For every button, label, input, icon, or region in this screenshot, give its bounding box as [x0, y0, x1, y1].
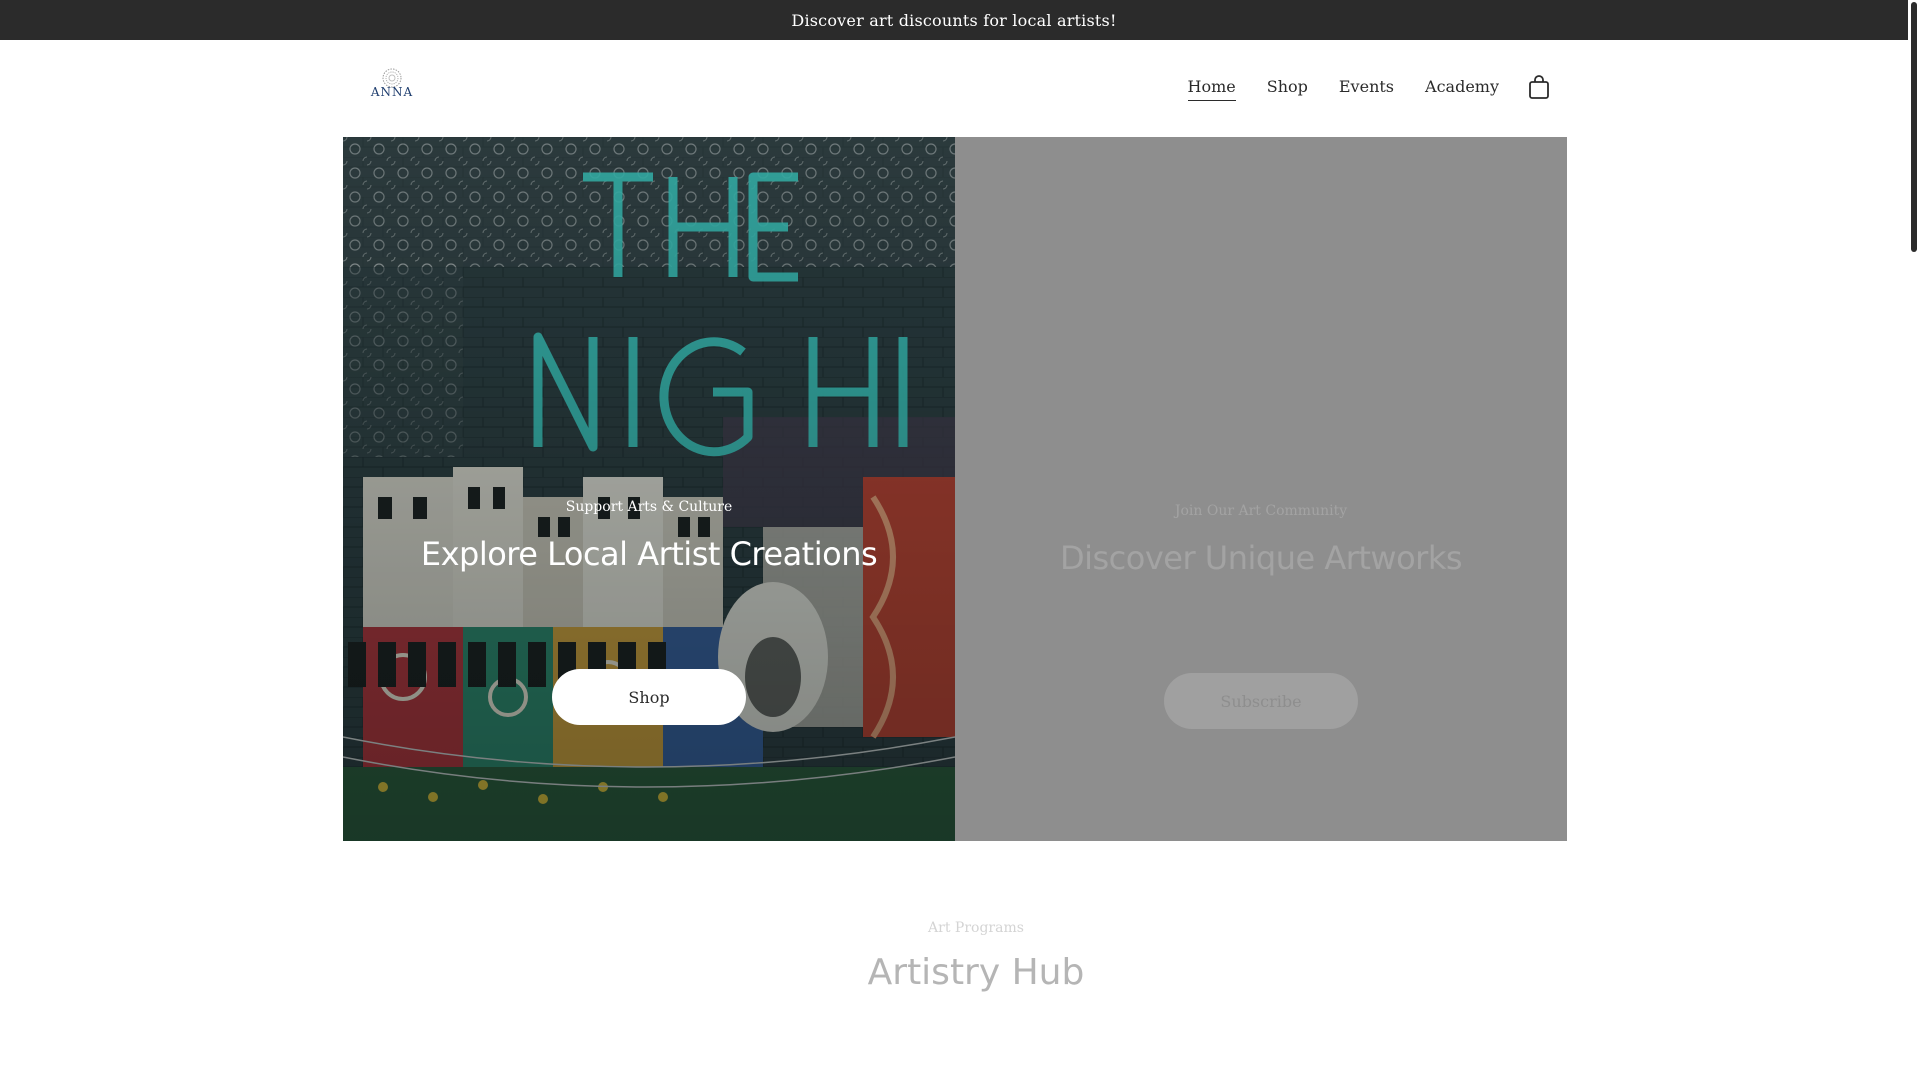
section-eyebrow: Art Programs	[928, 920, 1024, 936]
hero-panel-subscribe: Join Our Art Community Discover Unique A…	[955, 137, 1567, 841]
mural-image	[343, 137, 955, 841]
hero-right-content: Join Our Art Community Discover Unique A…	[955, 503, 1567, 729]
shop-button[interactable]: Shop	[552, 669, 746, 725]
shopping-bag-icon[interactable]	[1528, 74, 1550, 100]
hero-right-eyebrow: Join Our Art Community	[1174, 503, 1348, 519]
site-logo[interactable]: ANNA	[368, 67, 416, 107]
main-nav: Home Shop Events Academy	[1187, 77, 1499, 101]
hero-panel-shop: Support Arts & Culture Explore Local Art…	[343, 137, 955, 841]
hero-left-eyebrow: Support Arts & Culture	[565, 499, 733, 515]
hero-left-content: Support Arts & Culture Explore Local Art…	[343, 499, 955, 725]
subscribe-button[interactable]: Subscribe	[1164, 673, 1358, 729]
hero-section: Support Arts & Culture Explore Local Art…	[343, 137, 1567, 841]
site-header: ANNA Home Shop Events Academy	[343, 40, 1567, 137]
art-programs-section: Art Programs Artistry Hub	[0, 920, 1908, 993]
hero-left-headline: Explore Local Artist Creations	[420, 535, 878, 573]
nav-item-home[interactable]: Home	[1187, 77, 1236, 101]
hero-right-headline: Discover Unique Artworks	[1059, 539, 1463, 577]
logo-text: ANNA	[370, 85, 414, 99]
section-title: Artistry Hub	[867, 952, 1085, 993]
nav-item-academy[interactable]: Academy	[1425, 77, 1499, 101]
nav-item-events[interactable]: Events	[1339, 77, 1394, 101]
announcement-text: Discover art discounts for local artists…	[791, 10, 1117, 30]
nav-item-shop[interactable]: Shop	[1267, 77, 1308, 101]
scrollbar-thumb[interactable]	[1911, 2, 1917, 252]
page: Discover art discounts for local artists…	[0, 0, 1920, 1080]
page-scrollbar[interactable]	[1908, 0, 1920, 1080]
announcement-bar: Discover art discounts for local artists…	[0, 0, 1908, 40]
